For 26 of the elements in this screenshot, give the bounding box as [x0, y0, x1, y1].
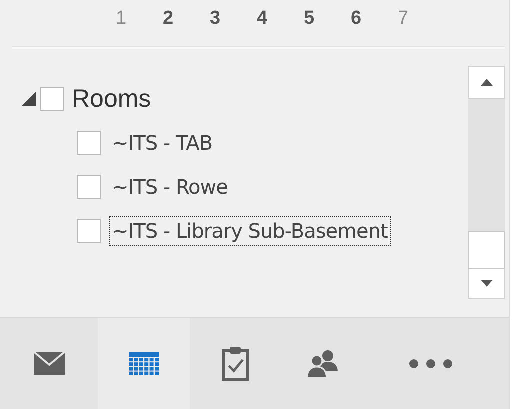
calendar-day[interactable]: 4: [251, 8, 298, 30]
people-icon: [306, 348, 340, 378]
up-arrow-icon: [480, 79, 492, 86]
checkbox[interactable]: [40, 87, 64, 111]
checkbox[interactable]: [77, 219, 101, 243]
calendar-name[interactable]: ~ITS - Library Sub-Basement: [109, 216, 391, 246]
checkbox[interactable]: [77, 175, 101, 199]
group-label: Rooms: [72, 84, 152, 114]
scroll-up-button[interactable]: [468, 66, 505, 99]
down-arrow-icon: [480, 280, 492, 287]
nav-button[interactable]: [98, 318, 190, 409]
scrollbar[interactable]: [468, 66, 505, 299]
more-icon: [409, 358, 453, 368]
clipboard-check-icon: [222, 346, 248, 380]
checkbox[interactable]: [77, 131, 101, 155]
calendar-name[interactable]: ~ITS - TAB: [109, 128, 216, 158]
scroll-thumb[interactable]: [468, 231, 505, 269]
calendar-day[interactable]: 2: [157, 8, 204, 30]
calendar-name[interactable]: ~ITS - Rowe: [109, 172, 231, 202]
calendar-day[interactable]: 6: [345, 8, 392, 30]
calendar-icon: [129, 352, 159, 376]
mail-icon: [34, 352, 64, 375]
calendar-day[interactable]: 5: [298, 8, 345, 30]
expand-triangle-icon[interactable]: [22, 92, 36, 106]
scroll-down-button[interactable]: [468, 269, 505, 299]
calendar-day[interactable]: 3: [204, 8, 251, 30]
